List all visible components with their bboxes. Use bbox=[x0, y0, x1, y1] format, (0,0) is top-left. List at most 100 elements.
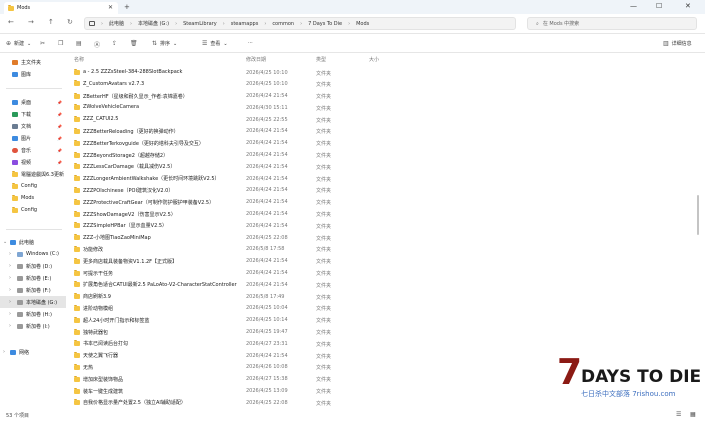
file-row[interactable]: ZZZBeyondStorage2（超越存储2） 2026/4/24 21:54 文… bbox=[66, 150, 693, 162]
scrollbar-thumb[interactable] bbox=[697, 195, 699, 235]
home-icon bbox=[12, 59, 18, 65]
breadcrumb-mods[interactable]: Mods bbox=[356, 21, 369, 27]
file-type: 文件夹 bbox=[316, 353, 332, 360]
folder-icon bbox=[74, 151, 80, 158]
sidebar-item-desktop[interactable]: 桌面 📌 bbox=[0, 96, 66, 108]
sidebar-item-this-pc[interactable]: ⌄ 此电脑 bbox=[0, 236, 66, 248]
file-row[interactable]: 可提示干任务 2026/4/24 21:54 文件夹 bbox=[66, 268, 693, 280]
file-row[interactable]: ZZZSimpleHPBar（显示血量V2.5） 2026/4/24 21:54 文… bbox=[66, 220, 693, 232]
file-row[interactable]: 扩展角色适合CATUI最新2.5 PaLoAto-V2-CharacterSta… bbox=[66, 279, 693, 291]
file-row[interactable]: ZZZLessCarDamage（载具减伤V2.5） 2026/4/24 21:5… bbox=[66, 161, 693, 173]
sidebar-item-mods[interactable]: Mods bbox=[0, 192, 66, 204]
tab-mods[interactable]: Mods ✕ bbox=[4, 2, 118, 14]
sidebar-item-downloads[interactable]: 下载 📌 bbox=[0, 108, 66, 120]
sort-button[interactable]: ⇅ 排序 ⌄ bbox=[152, 40, 177, 47]
details-view-icon[interactable]: ☰ bbox=[676, 411, 681, 418]
file-name: 可提示干任务 bbox=[83, 270, 114, 277]
cut-icon[interactable]: ✂ bbox=[40, 40, 45, 47]
chevron-right-icon: › bbox=[9, 323, 11, 329]
file-row[interactable]: ZBetterHF（星级和耐久显示_作者:袁锦嘉卷） 2026/4/24 21:5… bbox=[66, 91, 693, 103]
paste-icon[interactable]: ▤ bbox=[76, 40, 82, 47]
more-options-button[interactable]: ··· bbox=[248, 40, 253, 46]
file-row[interactable]: ZZZBetterTerkovguide（更好的塔科夫引导及交互） 2026/4/… bbox=[66, 138, 693, 150]
sidebar-item-pictures[interactable]: 图片 📌 bbox=[0, 132, 66, 144]
sidebar-item-drive-g[interactable]: › 本地磁盘 (G:) bbox=[0, 296, 66, 308]
breadcrumb-drive[interactable]: 本地磁盘 (G:) bbox=[138, 20, 169, 27]
close-tab-icon[interactable]: ✕ bbox=[108, 4, 113, 11]
refresh-button[interactable]: ↻ bbox=[67, 18, 73, 26]
file-row[interactable]: 更多商店载具装备物资V1.1.2F【正式版】 2026/4/24 21:54 文件夹 bbox=[66, 256, 693, 268]
folder-icon bbox=[74, 387, 80, 394]
details-pane-button[interactable]: ▥ 详细信息 bbox=[663, 40, 692, 47]
copy-icon[interactable]: ❐ bbox=[58, 40, 63, 47]
tiles-view-icon[interactable]: ▦ bbox=[690, 411, 696, 418]
file-row[interactable]: 进阶动物模组 2026/4/25 10:04 文件夹 bbox=[66, 303, 693, 315]
file-row[interactable]: ZZZ-小地图TiaoZaoMiniMap 2026/4/25 22:08 文件夹 bbox=[66, 232, 693, 244]
file-row[interactable]: ZZZShowDamageV2（伤害显示V2.5） 2026/4/24 21:54… bbox=[66, 209, 693, 221]
file-row[interactable]: 独特武器包 2026/4/25 19:47 文件夹 bbox=[66, 327, 693, 339]
file-row[interactable]: ZZZLongerAmbientWalkshake（更长时间环境跳跃V2.5） 2… bbox=[66, 173, 693, 185]
column-name[interactable]: 名称 bbox=[74, 56, 84, 63]
column-size[interactable]: 大小 bbox=[369, 56, 379, 63]
sidebar-item-music[interactable]: 音乐 📌 bbox=[0, 144, 66, 156]
file-type: 文件夹 bbox=[316, 271, 332, 278]
forward-button[interactable]: → bbox=[28, 18, 34, 26]
breadcrumb-pc[interactable]: 此电脑 bbox=[109, 20, 124, 27]
new-tab-button[interactable]: + bbox=[124, 3, 130, 11]
sidebar-item-network[interactable]: › 网络 bbox=[0, 346, 66, 358]
file-row[interactable]: a - 2.5 ZZZsSteel-384-288SlotBackpack 202… bbox=[66, 67, 693, 79]
new-button[interactable]: ⊕ 新建 ⌄ bbox=[6, 40, 31, 47]
sidebar-item-documents[interactable]: 文档 📌 bbox=[0, 120, 66, 132]
close-window-button[interactable]: ✕ bbox=[685, 2, 691, 10]
share-icon[interactable]: ⇪ bbox=[112, 40, 117, 47]
folder-icon bbox=[74, 127, 80, 134]
sidebar-item-folder-1[interactable]: 電腦遊戲與6.3更新 bbox=[0, 168, 66, 180]
column-type[interactable]: 类型 bbox=[316, 56, 326, 63]
sidebar-item-config-2[interactable]: Config bbox=[0, 204, 66, 216]
search-input[interactable]: ⌕ 在 Mods 中搜索 bbox=[527, 17, 697, 30]
sidebar-item-videos[interactable]: 视频 📌 bbox=[0, 156, 66, 168]
file-date: 2026/4/25 10:04 bbox=[246, 305, 288, 312]
back-button[interactable]: ← bbox=[8, 18, 14, 26]
sidebar-item-drive-h[interactable]: › 新加卷 (H:) bbox=[0, 308, 66, 320]
sidebar-item-gallery[interactable]: 图库 bbox=[0, 68, 66, 80]
sidebar-item-drive-i[interactable]: › 新加卷 (I:) bbox=[0, 320, 66, 332]
breadcrumb-common[interactable]: common bbox=[272, 21, 294, 27]
file-name-cell: ZZZ_CATUI2.5 bbox=[74, 115, 118, 122]
rename-icon[interactable]: Ⓐ bbox=[94, 40, 100, 49]
breadcrumb-steamlibrary[interactable]: SteamLibrary bbox=[183, 21, 217, 27]
file-row[interactable]: ZZZProtectiveCraftGear（可制作防护服护甲装备V2.5） 20… bbox=[66, 197, 693, 209]
file-row[interactable]: ZZZ_CATUI2.5 2026/4/25 22:55 文件夹 bbox=[66, 114, 693, 126]
file-row[interactable]: 超人24小时开门指示和标签蓝 2026/4/25 10:14 文件夹 bbox=[66, 315, 693, 327]
file-name-cell: 更多商店载具装备物资V1.1.2F【正式版】 bbox=[74, 257, 177, 265]
sidebar-item-config[interactable]: Config bbox=[0, 180, 66, 192]
column-date[interactable]: 修改日期 bbox=[246, 56, 266, 63]
file-row[interactable]: 功能修改 2026/5/8 17:58 文件夹 bbox=[66, 244, 693, 256]
file-name: ZZZPOIschinese（POI建筑汉化V2.0） bbox=[83, 187, 174, 194]
file-name-cell: ZZZ-小地图TiaoZaoMiniMap bbox=[74, 234, 151, 241]
delete-icon[interactable]: 🗑 bbox=[130, 40, 138, 47]
file-row[interactable]: Z_CustomAvatars v2.7.3 2026/4/25 10:10 文件夹 bbox=[66, 79, 693, 91]
file-name: 商店刷新3.9 bbox=[83, 294, 111, 301]
sidebar-item-drive-c[interactable]: › Windows (C:) bbox=[0, 248, 66, 260]
logo-title: DAYS TO DIE bbox=[581, 367, 701, 387]
pin-icon: 📌 bbox=[57, 99, 62, 105]
sidebar-item-home[interactable]: 主文件夹 bbox=[0, 56, 66, 68]
breadcrumb-steamapps[interactable]: steamapps bbox=[231, 21, 259, 27]
address-bar[interactable]: › 此电脑 › 本地磁盘 (G:) › SteamLibrary › steam… bbox=[84, 17, 516, 30]
search-placeholder: 在 Mods 中搜索 bbox=[542, 21, 580, 27]
minimize-button[interactable]: — bbox=[630, 2, 637, 10]
file-row[interactable]: 商店刷新3.9 2026/5/8 17:49 文件夹 bbox=[66, 291, 693, 303]
file-row[interactable]: ZZZPOIschinese（POI建筑汉化V2.0） 2026/4/24 21:… bbox=[66, 185, 693, 197]
file-type: 文件夹 bbox=[316, 318, 332, 325]
sidebar-item-drive-d[interactable]: › 新加卷 (D:) bbox=[0, 260, 66, 272]
up-button[interactable]: ↑ bbox=[48, 18, 54, 26]
maximize-button[interactable]: ☐ bbox=[656, 2, 662, 10]
sidebar-item-drive-e[interactable]: › 新加卷 (E:) bbox=[0, 272, 66, 284]
sidebar-item-drive-f[interactable]: › 新加卷 (F:) bbox=[0, 284, 66, 296]
file-name: ZZZShowDamageV2（伤害显示V2.5） bbox=[83, 211, 176, 218]
view-button[interactable]: ☰ 查看 ⌄ bbox=[202, 40, 228, 47]
file-row[interactable]: ZWolveVehicleCamera 2026/4/30 15:11 文件夹 bbox=[66, 102, 693, 114]
file-row[interactable]: ZZZBetterReloading（更好的换弹动作） 2026/4/24 21:… bbox=[66, 126, 693, 138]
breadcrumb-game[interactable]: 7 Days To Die bbox=[308, 21, 342, 27]
